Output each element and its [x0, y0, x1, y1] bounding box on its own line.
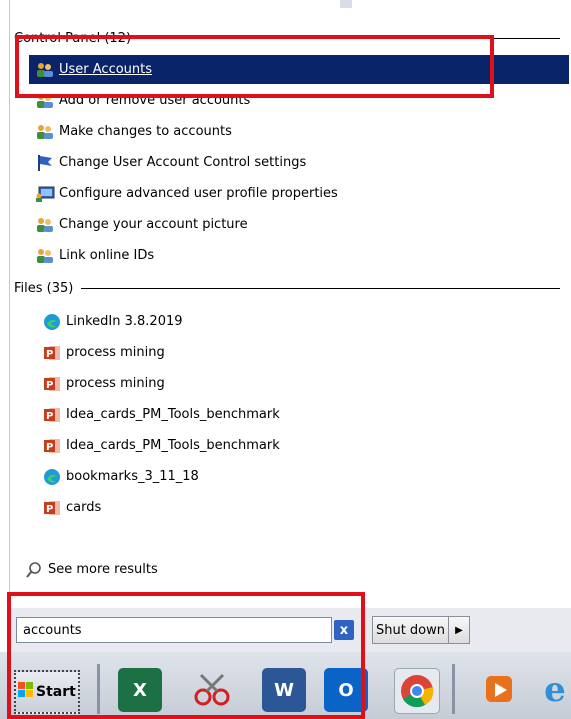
- result-label: cards: [66, 500, 102, 515]
- shutdown-label: Shut down: [373, 617, 449, 643]
- file-result[interactable]: LinkedIn 3.8.2019: [36, 307, 571, 336]
- result-label: bookmarks_3_11_18: [66, 469, 199, 484]
- powerpoint-icon: P: [42, 343, 62, 363]
- file-result[interactable]: P Idea_cards_PM_Tools_benchmark: [36, 400, 571, 429]
- result-label: process mining: [66, 345, 165, 360]
- powerpoint-icon: P: [42, 498, 62, 518]
- users-icon: [35, 215, 55, 235]
- svg-text:P: P: [46, 411, 53, 422]
- media-player-icon[interactable]: [478, 668, 522, 712]
- powerpoint-icon: P: [42, 405, 62, 425]
- svg-text:P: P: [46, 380, 53, 391]
- svg-text:P: P: [46, 504, 53, 515]
- users-icon: [35, 246, 55, 266]
- files-section-header: Files (35): [14, 278, 560, 298]
- result-link-online-ids[interactable]: Link online IDs: [29, 241, 569, 270]
- monitor-users-icon: [35, 184, 55, 204]
- powerpoint-icon: P: [42, 374, 62, 394]
- section-divider: [81, 287, 560, 289]
- result-label: process mining: [66, 376, 165, 391]
- file-result[interactable]: P process mining: [36, 369, 571, 398]
- result-label: Configure advanced user profile properti…: [59, 186, 338, 201]
- result-uac-settings[interactable]: Change User Account Control settings: [29, 148, 569, 177]
- result-label: Change your account picture: [59, 217, 248, 232]
- result-make-changes[interactable]: Make changes to accounts: [29, 117, 569, 146]
- svg-text:P: P: [46, 349, 53, 360]
- scroll-grip[interactable]: [340, 0, 352, 8]
- result-label: Idea_cards_PM_Tools_benchmark: [66, 407, 280, 422]
- shutdown-button[interactable]: Shut down ▶: [372, 616, 470, 644]
- edge-icon: [42, 312, 62, 332]
- ie-icon[interactable]: e: [533, 668, 571, 712]
- see-more-label: See more results: [48, 562, 158, 577]
- shutdown-options-arrow-icon[interactable]: ▶: [449, 617, 469, 643]
- result-label: Change User Account Control settings: [59, 155, 307, 170]
- result-advanced-profile[interactable]: Configure advanced user profile properti…: [29, 179, 569, 208]
- powerpoint-icon: P: [42, 436, 62, 456]
- highlight-box-search-start: [7, 592, 365, 719]
- see-more-results-link[interactable]: See more results: [18, 555, 318, 584]
- highlight-box-user-accounts: [15, 35, 494, 98]
- chrome-icon[interactable]: [394, 668, 440, 714]
- search-icon: [24, 560, 44, 580]
- file-result[interactable]: P Idea_cards_PM_Tools_benchmark: [36, 431, 571, 460]
- result-account-picture[interactable]: Change your account picture: [29, 210, 569, 239]
- result-label: LinkedIn 3.8.2019: [66, 314, 183, 329]
- result-label: Idea_cards_PM_Tools_benchmark: [66, 438, 280, 453]
- uac-flag-icon: [35, 153, 55, 173]
- users-icon: [35, 122, 55, 142]
- taskbar-separator: [452, 664, 455, 714]
- section-label: Files (35): [14, 280, 74, 296]
- result-label: Make changes to accounts: [59, 124, 232, 139]
- file-result[interactable]: P process mining: [36, 338, 571, 367]
- file-result[interactable]: P cards: [36, 493, 571, 522]
- file-result[interactable]: bookmarks_3_11_18: [36, 462, 571, 491]
- svg-text:P: P: [46, 442, 53, 453]
- edge-icon: [42, 467, 62, 487]
- result-label: Link online IDs: [59, 248, 155, 263]
